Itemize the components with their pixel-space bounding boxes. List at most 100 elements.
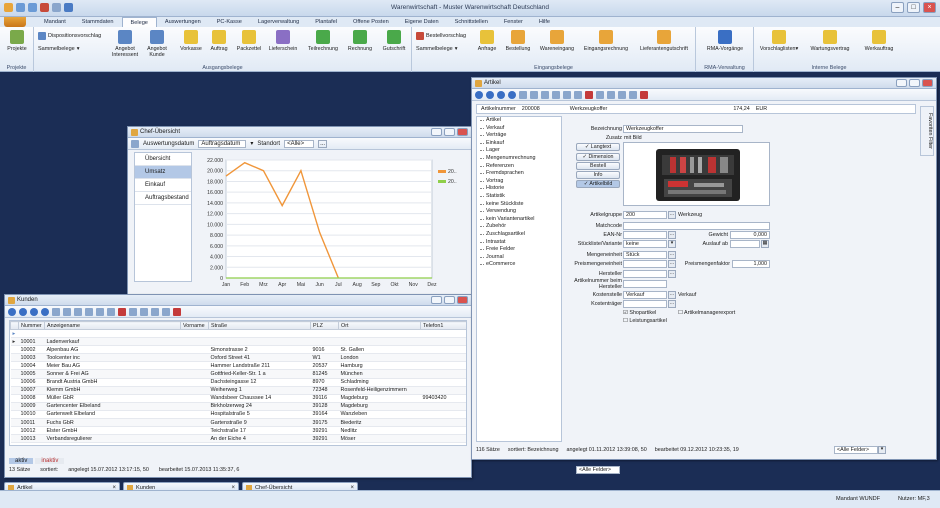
dimension-button[interactable]: ✓ Dimension bbox=[576, 153, 620, 161]
table-row[interactable]: 10010 Gartenwelt Elbeland Hospitalstraße 5… bbox=[10, 410, 466, 420]
next-record-icon[interactable] bbox=[30, 307, 38, 316]
table-row[interactable]: 10011 Fuchs GbR Gartenstraße 9 39175 Biederi… bbox=[10, 418, 466, 428]
prev-record-icon[interactable] bbox=[486, 90, 494, 99]
table-row[interactable]: 10002 Alpenbau AG Simonstrasse 2 9016 St. Ga… bbox=[10, 345, 466, 355]
mengeneinheit-picker[interactable]: ... bbox=[668, 251, 676, 259]
col-ort[interactable]: Ort bbox=[338, 321, 421, 330]
tree-item[interactable]: Statistik bbox=[477, 193, 561, 201]
standort-picker-button[interactable]: ... bbox=[318, 139, 328, 148]
tree-item[interactable]: Verwendung bbox=[477, 208, 561, 216]
table-row[interactable]: 10007 Klemm GmbH Weiherweg 1 72348 Rosenfeld… bbox=[10, 386, 466, 395]
close-icon[interactable] bbox=[457, 128, 468, 136]
delete-icon[interactable] bbox=[118, 307, 126, 316]
tab-aktiv[interactable]: aktiv bbox=[9, 458, 34, 464]
zusatz-field[interactable]: mit Bild bbox=[624, 135, 642, 141]
col-telefon1[interactable]: Telefon1 bbox=[420, 321, 466, 330]
auftrag-button[interactable]: Auftrag bbox=[206, 30, 232, 52]
tree-item[interactable]: Verkauf bbox=[477, 125, 561, 133]
rma-vorgaenge-button[interactable]: RMA-Vorgänge bbox=[702, 30, 748, 52]
preismengeneinheit-field[interactable] bbox=[623, 260, 667, 268]
last-record-icon[interactable] bbox=[41, 307, 49, 316]
tree-item[interactable]: Vortrag bbox=[477, 178, 561, 186]
table-row[interactable]: 10003 Toolcenter inc Oxford Street 41 W1 Lon… bbox=[10, 353, 466, 363]
tree-item[interactable]: Referenzen bbox=[477, 163, 561, 171]
table-row[interactable]: 10005 Sonner & Frei AG Gottfried-Keller-St… bbox=[10, 369, 466, 379]
artikelbild-button[interactable]: ✓ Artikelbild bbox=[576, 180, 620, 188]
col-plz[interactable]: PLZ bbox=[310, 321, 339, 330]
table-row[interactable]: 10006 Brandt Austria GmbH Dachsteingasse 1… bbox=[10, 378, 466, 387]
nav-uebersicht[interactable]: Übersicht bbox=[135, 153, 191, 166]
artikelmanager-checkbox[interactable]: ☐ Artikelmanagerexport bbox=[678, 310, 735, 316]
pdf-icon[interactable] bbox=[173, 307, 181, 316]
next-record-icon[interactable] bbox=[497, 90, 505, 99]
first-record-icon[interactable] bbox=[8, 307, 16, 316]
tree-item[interactable]: Zuschlagsartikel bbox=[477, 231, 561, 239]
menu-eigene-daten[interactable]: Eigene Daten bbox=[397, 17, 447, 27]
chevron-down-icon[interactable]: ▾ bbox=[878, 446, 886, 454]
pdf-icon[interactable] bbox=[640, 90, 648, 99]
lieferantengutschrift-button[interactable]: Lieferantengutschrift bbox=[634, 30, 694, 52]
kunden-filter-select[interactable]: <Alle Felder> bbox=[576, 466, 620, 474]
filter-icon[interactable] bbox=[596, 90, 604, 99]
lieferschein-button[interactable]: Lieferschein bbox=[266, 30, 300, 52]
tree-item[interactable]: Artikel bbox=[477, 117, 561, 125]
new-icon[interactable] bbox=[85, 307, 93, 316]
tree-item[interactable]: Freie Felder bbox=[477, 246, 561, 254]
menu-auswertungen[interactable]: Auswertungen bbox=[157, 17, 209, 27]
new-icon[interactable] bbox=[552, 90, 560, 99]
col-vorname[interactable]: Vorname bbox=[180, 321, 209, 330]
minimize-icon[interactable] bbox=[896, 79, 907, 87]
undo-icon[interactable] bbox=[574, 90, 582, 99]
menu-pc-kasse[interactable]: PC-Kasse bbox=[209, 17, 250, 27]
undo-icon[interactable] bbox=[107, 307, 115, 316]
preismengeneinheit-picker[interactable]: ... bbox=[668, 260, 676, 268]
tree-item[interactable]: Lager bbox=[477, 147, 561, 155]
col-nummer[interactable]: Nummer bbox=[18, 321, 45, 330]
vorkasse-button[interactable]: Vorkasse bbox=[178, 30, 204, 52]
ean-picker[interactable]: ... bbox=[668, 231, 676, 239]
minimize-icon[interactable] bbox=[431, 128, 442, 136]
export-icon[interactable] bbox=[629, 90, 637, 99]
col-anzeigename[interactable]: Anzeigename bbox=[44, 321, 181, 330]
artikelgruppe-picker[interactable]: ... bbox=[668, 211, 676, 219]
close-icon[interactable] bbox=[922, 79, 933, 87]
hersteller-picker[interactable]: ... bbox=[668, 270, 676, 278]
table-row[interactable]: 10013 Verbandsregulierer An der Eiche 4 392… bbox=[10, 434, 466, 444]
leistungsartikel-checkbox[interactable]: ☐ Leistungsartikel bbox=[623, 318, 667, 324]
nav-umsatz[interactable]: Umsatz bbox=[135, 166, 191, 179]
refresh-icon[interactable] bbox=[63, 307, 71, 316]
angebot-kunde-button[interactable]: Angebot Kunde bbox=[144, 30, 170, 58]
tree-item[interactable]: kein Variantenartikel bbox=[477, 216, 561, 224]
menu-offene-posten[interactable]: Offene Posten bbox=[345, 17, 397, 27]
tree-item[interactable]: Zubehör bbox=[477, 223, 561, 231]
grid-view-icon[interactable] bbox=[519, 90, 527, 99]
maximize-icon[interactable] bbox=[444, 128, 455, 136]
bezeichnung-field[interactable]: Werkzeugkoffer bbox=[623, 125, 743, 133]
prev-record-icon[interactable] bbox=[19, 307, 27, 316]
delete-icon[interactable] bbox=[585, 90, 593, 99]
stueckliste-select[interactable]: keine bbox=[623, 240, 667, 248]
sort-icon[interactable] bbox=[607, 90, 615, 99]
kostentraeger-picker[interactable]: ... bbox=[668, 300, 676, 308]
calendar-icon[interactable]: ▦ bbox=[761, 240, 769, 248]
langtext-button[interactable]: ✓ Langtext bbox=[576, 143, 620, 151]
maximize-icon[interactable] bbox=[909, 79, 920, 87]
menu-stammdaten[interactable]: Stammdaten bbox=[74, 17, 122, 27]
kostenstelle-picker[interactable]: ... bbox=[668, 291, 676, 299]
tab-inaktiv[interactable]: inaktiv bbox=[35, 458, 65, 464]
favoriten-filter-tab[interactable]: Favoriten Filter bbox=[920, 106, 934, 156]
tree-item[interactable]: Intrastat bbox=[477, 239, 561, 247]
col-strasse[interactable]: Straße bbox=[208, 321, 311, 330]
nav-auftragsbestand[interactable]: Auftragsbestand bbox=[135, 192, 191, 205]
tree-item[interactable]: eCommerce bbox=[477, 261, 561, 269]
minimize-icon[interactable] bbox=[431, 296, 442, 304]
shopartikel-checkbox[interactable]: ☑ Shopartikel bbox=[623, 310, 656, 316]
maximize-icon[interactable]: □ bbox=[907, 2, 920, 13]
sammelbelege-button[interactable]: Sammelbelege ▾ bbox=[38, 46, 79, 52]
auswertung-select[interactable]: Auftragsdatum bbox=[198, 139, 247, 148]
chevron-down-icon[interactable]: ▾ bbox=[668, 240, 676, 248]
anfrage-button[interactable]: Anfrage bbox=[474, 30, 500, 52]
angebot-interessent-button[interactable]: Angebot Interessent bbox=[108, 30, 142, 58]
first-record-icon[interactable] bbox=[475, 90, 483, 99]
tree-item[interactable]: Einkauf bbox=[477, 140, 561, 148]
